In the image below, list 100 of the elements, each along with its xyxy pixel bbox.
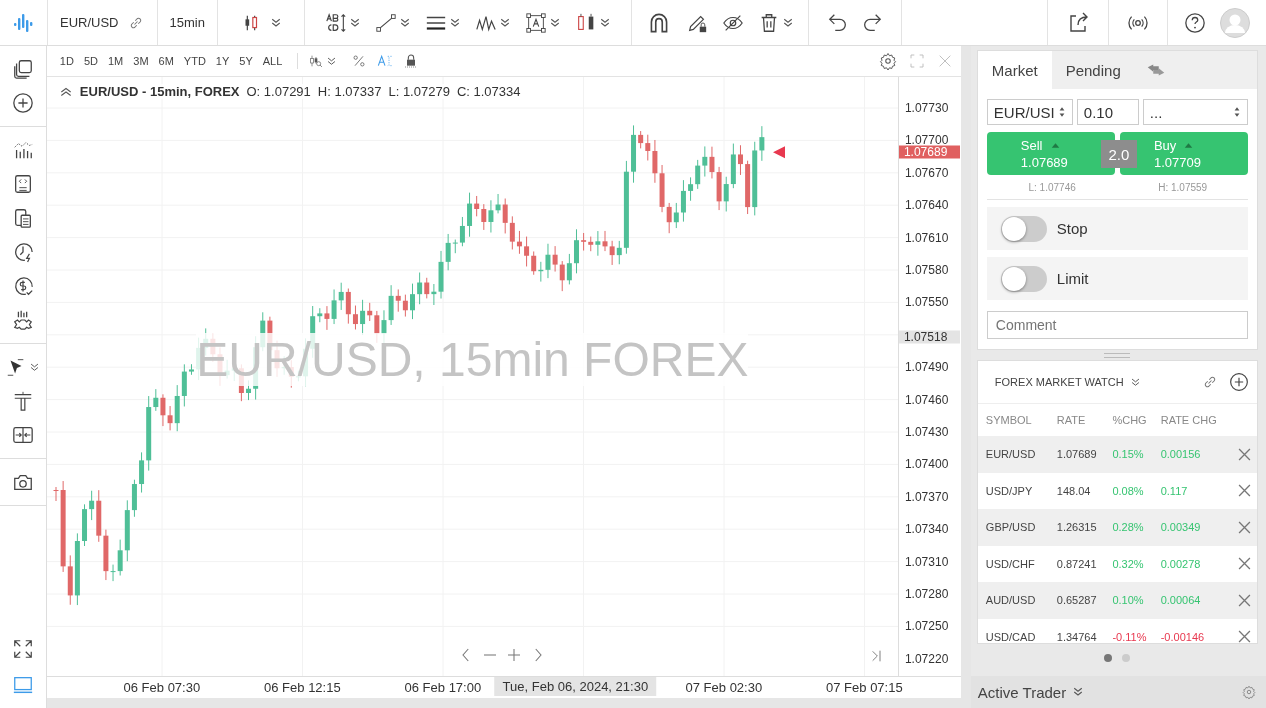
caret-icon[interactable] (548, 16, 561, 29)
price-marker-label: 1.07518 (898, 330, 960, 344)
page-dot[interactable] (1122, 654, 1131, 662)
interval-selector[interactable]: 15min (169, 15, 205, 30)
range-button[interactable]: 1D (54, 55, 79, 67)
trend-line-icon[interactable] (374, 11, 397, 34)
caret-icon[interactable] (498, 16, 511, 29)
change-percent-cell: 0.28% (1111, 509, 1160, 546)
caret-icon[interactable] (1072, 686, 1085, 698)
price-label: 1.07400 (904, 457, 949, 471)
price-label: 1.07730 (904, 101, 949, 115)
rate-cell: 0.65287 (1055, 582, 1112, 619)
caret-icon[interactable] (398, 16, 411, 29)
settings-icon[interactable] (878, 52, 897, 70)
gear-chart-icon[interactable] (11, 309, 34, 331)
caret-icon[interactable] (1129, 376, 1141, 388)
symbol-name[interactable]: EUR/USD (60, 15, 119, 30)
change-percent-cell: -0.11% (1111, 618, 1160, 655)
ohlc-value: H: 1.07337 (317, 84, 382, 99)
price-label: 1.07580 (904, 263, 949, 277)
range-button[interactable]: YTD (178, 55, 211, 67)
remove-icon[interactable] (1238, 630, 1251, 644)
order-type-select[interactable]: ... (1142, 99, 1248, 125)
price-label: 1.07670 (904, 166, 949, 180)
high-price: H: 1.07559 (1157, 182, 1209, 193)
remove-icon[interactable] (1238, 520, 1251, 534)
symbol-cell[interactable]: GBP/USD (977, 509, 1056, 546)
toggle-switch[interactable] (1000, 215, 1047, 242)
toggle-switch[interactable] (1000, 265, 1047, 292)
price-label: 1.07370 (904, 490, 949, 504)
add-icon[interactable] (1229, 372, 1249, 392)
rate-cell: 1.07689 (1055, 436, 1112, 473)
add-icon[interactable] (11, 92, 34, 114)
range-button[interactable]: 5Y (234, 55, 258, 67)
ohlc-value: L: 1.07279 (388, 84, 450, 99)
watchlist-title[interactable]: FOREX MARKET WATCH (994, 376, 1124, 388)
auto-scale-icon[interactable] (377, 53, 394, 69)
change-percent-cell: 0.15% (1111, 436, 1160, 473)
price-label: 1.07430 (904, 425, 949, 439)
range-button[interactable]: 3M (128, 55, 154, 67)
ohlc-value: O: 1.07291 (246, 84, 311, 99)
symbol-select[interactable]: EUR/USI (986, 99, 1073, 125)
symbol-cell[interactable]: AUD/USD (977, 582, 1056, 619)
remove-icon[interactable] (1238, 447, 1251, 461)
compare-icon[interactable] (11, 424, 34, 446)
symbol-cell[interactable]: USD/CHF (977, 545, 1056, 582)
text-box-icon[interactable] (524, 11, 547, 34)
time-label: 07 Feb 02:30 (685, 680, 763, 695)
remove-icon[interactable] (1238, 557, 1251, 571)
remove-icon[interactable] (1238, 593, 1251, 607)
time-label: 06 Feb 07:30 (123, 680, 201, 695)
help-icon[interactable] (1184, 11, 1206, 34)
fullscreen-icon[interactable] (11, 638, 34, 660)
rate-change-cell: 0.00064 (1159, 582, 1237, 619)
range-button[interactable]: 1Y (210, 55, 235, 67)
column-header: SYMBOL (977, 404, 1056, 436)
monitor-icon[interactable] (11, 674, 34, 696)
range-button[interactable]: 6M (153, 55, 179, 67)
page-dot[interactable] (1104, 654, 1113, 662)
caret-icon[interactable] (348, 16, 361, 29)
caret-icon[interactable] (781, 16, 794, 29)
order-tab[interactable]: Market (977, 51, 1052, 89)
range-button[interactable]: 5D (78, 55, 103, 67)
rate-cell: 0.87241 (1055, 545, 1112, 582)
price-label: 1.07220 (904, 652, 949, 666)
price-label: 1.07490 (904, 360, 949, 374)
caret-icon[interactable] (269, 16, 282, 29)
text-tool-icon[interactable] (324, 11, 347, 34)
change-percent-cell: 0.10% (1111, 582, 1160, 619)
symbol-cell[interactable]: EUR/USD (977, 436, 1056, 473)
rate-change-cell: 0.117 (1159, 472, 1237, 509)
remove-icon[interactable] (1238, 484, 1251, 498)
caret-icon[interactable] (29, 361, 41, 373)
caret-icon[interactable] (326, 55, 338, 67)
price-label: 1.07250 (904, 619, 949, 633)
quantity-field[interactable]: 0.10 (1076, 99, 1139, 125)
symbol-cell[interactable]: USD/JPY (977, 472, 1056, 509)
spread-value: 2.0 (1100, 140, 1137, 168)
panel-title[interactable]: Active Trader (977, 683, 1067, 701)
rate-change-cell: -0.00146 (1159, 618, 1237, 655)
symbol-cell[interactable]: USD/CAD (977, 618, 1056, 655)
range-button[interactable]: 1M (103, 55, 129, 67)
change-percent-cell: 0.32% (1111, 545, 1160, 582)
chart-legend-title: EUR/USD - 15min, FOREX (79, 84, 240, 99)
rate-change-cell: 0.00156 (1159, 436, 1237, 473)
comment-field[interactable]: Comment (986, 311, 1248, 339)
chart-type-icon[interactable] (308, 53, 325, 69)
price-label: 1.07550 (904, 295, 949, 309)
up-arrow-icon (1050, 141, 1060, 149)
price-label: 1.07610 (904, 231, 949, 245)
caret-icon[interactable] (448, 16, 461, 29)
layers-icon[interactable] (11, 58, 34, 80)
toggle-label: Stop (1056, 220, 1088, 237)
price-marker-icon (772, 146, 785, 159)
range-button[interactable]: ALL (257, 55, 288, 67)
percent-icon[interactable] (351, 53, 368, 69)
caret-icon[interactable] (598, 16, 611, 29)
column-header: RATE CHG (1159, 404, 1237, 436)
rate-cell: 1.34764 (1055, 618, 1112, 655)
candle (417, 272, 422, 305)
